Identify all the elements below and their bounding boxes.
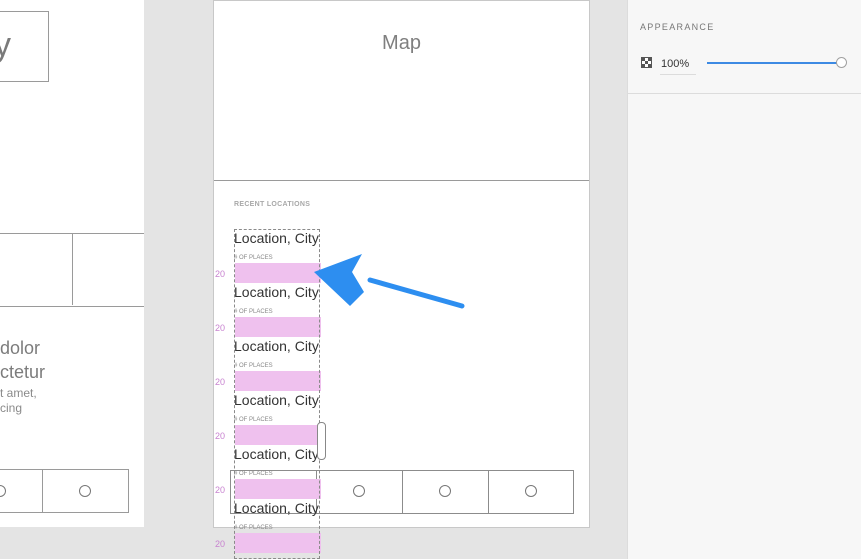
headline-text: dolor ctetur — [0, 338, 46, 382]
grid-divider — [72, 233, 73, 305]
tab-divider — [402, 470, 403, 514]
opacity-input[interactable]: 100% — [661, 58, 689, 70]
arrow-pointer-icon — [314, 254, 465, 309]
padding-value: 20 — [215, 323, 226, 333]
tab-circle-icon[interactable] — [439, 485, 451, 497]
map-placeholder: Map — [214, 1, 589, 181]
section-label: RECENT LOCATIONS — [234, 201, 311, 208]
properties-panel: APPEARANCE 100% — [627, 0, 861, 559]
padding-value: 20 — [215, 377, 226, 387]
tab-circle-icon[interactable] — [525, 485, 537, 497]
tab-circle-icon[interactable] — [353, 485, 365, 497]
tab-divider — [488, 470, 489, 514]
image-placeholder-letter: y — [0, 26, 11, 64]
tab-divider — [42, 469, 43, 513]
panel-divider — [628, 93, 861, 94]
appearance-section-title: APPEARANCE — [640, 22, 715, 32]
opacity-checkerboard-icon — [641, 57, 652, 68]
body-text: t amet, cing — [0, 386, 37, 415]
padding-value: 20 — [215, 485, 226, 495]
tab-circle-icon[interactable] — [79, 485, 91, 497]
map-label: Map — [382, 32, 421, 54]
left-artboard[interactable]: y dolor ctetur t amet, cing — [0, 0, 144, 527]
opacity-slider-knob[interactable] — [836, 57, 847, 68]
padding-value: 20 — [215, 539, 226, 549]
opacity-input-underline — [660, 74, 696, 75]
padding-value: 20 — [215, 269, 226, 279]
opacity-slider-track[interactable] — [707, 62, 842, 64]
tab-bar — [0, 469, 129, 513]
resize-handle[interactable] — [317, 422, 326, 460]
padding-value: 20 — [215, 431, 226, 441]
